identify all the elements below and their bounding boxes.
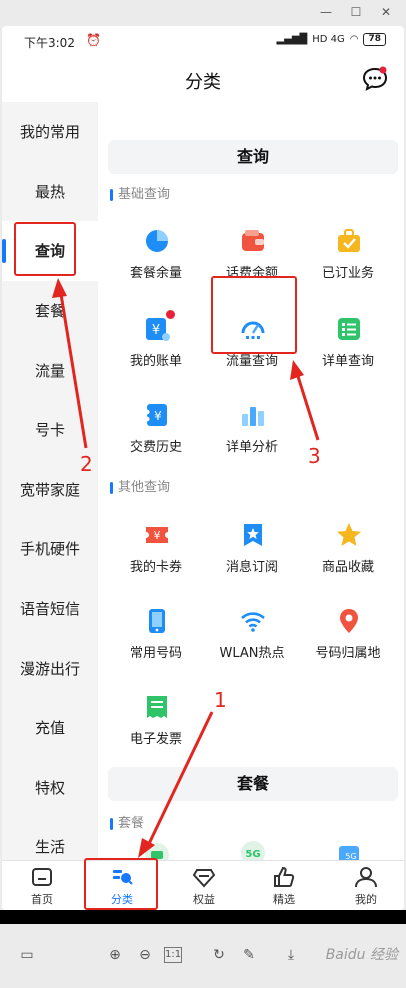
annotation-arrows xyxy=(52,278,320,858)
image-viewer: — ☐ ✕ 下午3:02 ⏰ ▂▄▆█ HD 4G ◠ 78 分类 我的常用 最… xyxy=(0,0,406,988)
